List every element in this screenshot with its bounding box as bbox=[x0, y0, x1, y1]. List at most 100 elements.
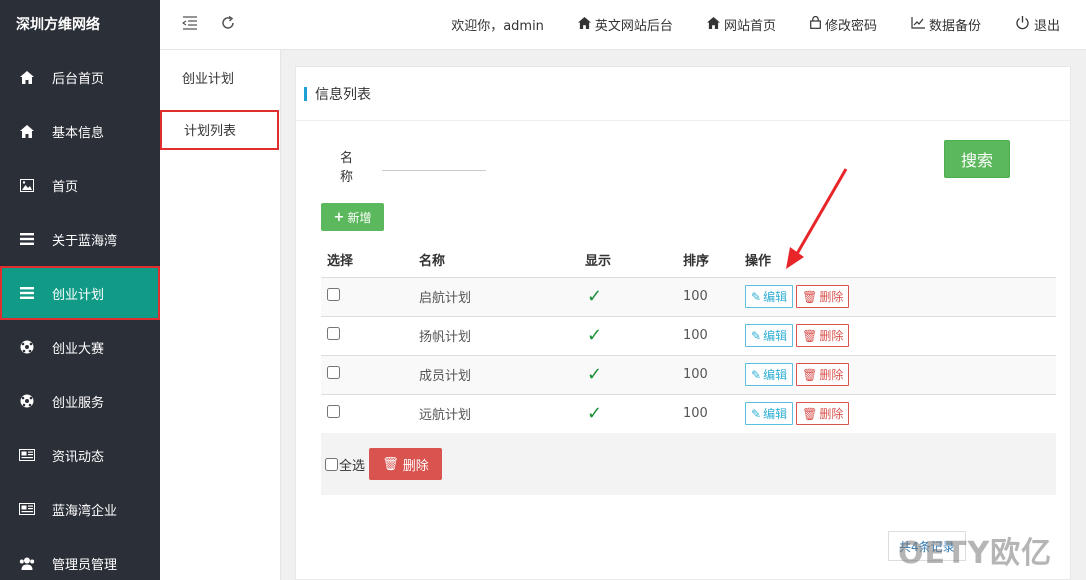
sidebar-item-about[interactable]: 关于蓝海湾 bbox=[0, 212, 160, 266]
sub-menu: 创业计划 计划列表 bbox=[160, 50, 281, 580]
row-order: 100 bbox=[683, 316, 745, 356]
check-icon: ✓ bbox=[587, 403, 603, 424]
edit-button[interactable]: ✎ 编辑 bbox=[745, 324, 794, 347]
column-header-order: 排序 bbox=[683, 243, 745, 278]
delete-label: 删除 bbox=[819, 290, 844, 304]
website-home-link[interactable]: 网站首页 bbox=[706, 15, 776, 34]
edit-button[interactable]: ✎ 编辑 bbox=[745, 402, 794, 425]
chart-icon bbox=[911, 16, 925, 33]
english-admin-link[interactable]: 英文网站后台 bbox=[577, 15, 673, 34]
edit-label: 编辑 bbox=[763, 329, 788, 343]
submenu-item-plan-list[interactable]: 计划列表 bbox=[160, 110, 279, 150]
column-header-name: 名称 bbox=[419, 243, 585, 278]
logout-label: 退出 bbox=[1033, 19, 1060, 34]
sidebar-item-label: 创业服务 bbox=[52, 395, 105, 411]
soccer-ball-icon bbox=[18, 392, 36, 410]
column-header-show: 显示 bbox=[585, 243, 683, 278]
row-name: 远航计划 bbox=[419, 394, 585, 434]
delete-label: 删除 bbox=[819, 407, 844, 421]
brand-title: 深圳方维网络 bbox=[16, 17, 100, 33]
check-icon: ✓ bbox=[587, 364, 603, 385]
name-label-char-2: 称 bbox=[340, 170, 354, 185]
delete-label: 删除 bbox=[819, 368, 844, 382]
sidebar-item-services[interactable]: 创业服务 bbox=[0, 374, 160, 428]
home-icon bbox=[706, 16, 720, 33]
pencil-icon: ✎ bbox=[751, 406, 762, 421]
data-backup-label: 数据备份 bbox=[928, 19, 981, 34]
submenu-title: 创业计划 bbox=[182, 72, 235, 87]
panel-title: 信息列表 bbox=[315, 86, 371, 103]
sidebar-item-label: 资讯动态 bbox=[52, 449, 105, 465]
sidebar-item-enterprises[interactable]: 蓝海湾企业 bbox=[0, 482, 160, 536]
pencil-icon: ✎ bbox=[751, 289, 762, 304]
row-checkbox[interactable] bbox=[327, 405, 340, 418]
sidebar-item-label: 蓝海湾企业 bbox=[52, 503, 118, 519]
check-icon: ✓ bbox=[587, 286, 603, 307]
sidebar-item-dashboard[interactable]: 后台首页 bbox=[0, 50, 160, 104]
watermark: OETY欧亿 bbox=[898, 536, 1053, 571]
table-row: 启航计划 ✓ 100 ✎ 编辑 🗑 删除 bbox=[321, 277, 1056, 317]
title-accent-bar bbox=[304, 86, 307, 101]
delete-label: 删除 bbox=[819, 329, 844, 343]
row-name: 扬帆计划 bbox=[419, 316, 585, 356]
table-row: 远航计划 ✓ 100 ✎ 编辑 🗑 删除 bbox=[321, 394, 1056, 434]
home-icon bbox=[577, 16, 591, 33]
plus-icon: + bbox=[333, 209, 345, 225]
sidebar-item-startup-plan[interactable]: 创业计划 bbox=[0, 266, 160, 320]
row-checkbox[interactable] bbox=[327, 366, 340, 379]
pencil-icon: ✎ bbox=[751, 367, 762, 382]
edit-label: 编辑 bbox=[763, 368, 788, 382]
sidebar-item-label: 基本信息 bbox=[52, 125, 105, 141]
edit-label: 编辑 bbox=[763, 290, 788, 304]
name-field-label: 名 称 bbox=[340, 149, 356, 187]
row-checkbox[interactable] bbox=[327, 327, 340, 340]
menu-collapse-icon[interactable] bbox=[181, 15, 198, 34]
select-all-label: 全选 bbox=[339, 458, 366, 474]
data-backup-link[interactable]: 数据备份 bbox=[911, 15, 981, 34]
sidebar-item-basic-info[interactable]: 基本信息 bbox=[0, 104, 160, 158]
sidebar-item-home[interactable]: 首页 bbox=[0, 158, 160, 212]
select-all[interactable]: 全选 bbox=[325, 455, 365, 474]
sidebar-item-news[interactable]: 资讯动态 bbox=[0, 428, 160, 482]
change-password-label: 修改密码 bbox=[824, 19, 877, 34]
lock-icon bbox=[810, 15, 821, 33]
power-icon bbox=[1015, 15, 1030, 34]
delete-button[interactable]: 🗑 删除 bbox=[796, 363, 850, 386]
edit-button[interactable]: ✎ 编辑 bbox=[745, 363, 794, 386]
bulk-delete-label: 删除 bbox=[402, 458, 429, 474]
home-icon bbox=[18, 68, 36, 86]
image-icon bbox=[18, 176, 36, 194]
row-checkbox[interactable] bbox=[327, 288, 340, 301]
annotation-arrow bbox=[786, 168, 848, 269]
sidebar-item-competition[interactable]: 创业大赛 bbox=[0, 320, 160, 374]
sidebar-item-admins[interactable]: 管理员管理 bbox=[0, 536, 160, 580]
refresh-icon[interactable] bbox=[220, 15, 236, 35]
row-name: 成员计划 bbox=[419, 355, 585, 395]
add-button[interactable]: + 新增 bbox=[321, 203, 384, 231]
edit-button[interactable]: ✎ 编辑 bbox=[745, 285, 794, 308]
name-label-char-1: 名 bbox=[340, 151, 354, 166]
sidebar-item-label: 创业计划 bbox=[52, 287, 105, 303]
sidebar-item-label: 管理员管理 bbox=[52, 557, 118, 573]
row-order: 100 bbox=[683, 277, 745, 317]
newspaper-icon bbox=[18, 500, 36, 518]
soccer-ball-icon bbox=[18, 338, 36, 356]
welcome-text: 欢迎你，admin bbox=[451, 19, 544, 34]
select-all-checkbox[interactable] bbox=[325, 457, 338, 471]
english-admin-label: 英文网站后台 bbox=[594, 19, 673, 34]
table-row: 成员计划 ✓ 100 ✎ 编辑 🗑 删除 bbox=[321, 355, 1056, 395]
check-icon: ✓ bbox=[587, 325, 603, 346]
panel-header: 信息列表 bbox=[296, 67, 1070, 121]
sidebar-item-label: 首页 bbox=[52, 179, 79, 195]
logout-link[interactable]: 退出 bbox=[1015, 15, 1060, 34]
table-row: 扬帆计划 ✓ 100 ✎ 编辑 🗑 删除 bbox=[321, 316, 1056, 356]
delete-button[interactable]: 🗑 删除 bbox=[796, 402, 850, 425]
delete-button[interactable]: 🗑 删除 bbox=[796, 285, 850, 308]
list-icon bbox=[18, 230, 36, 248]
sidebar-item-label: 后台首页 bbox=[52, 71, 105, 87]
search-button[interactable]: 搜索 bbox=[944, 140, 1010, 178]
bulk-delete-button[interactable]: 🗑 删除 bbox=[369, 448, 443, 480]
delete-button[interactable]: 🗑 删除 bbox=[796, 324, 850, 347]
change-password-link[interactable]: 修改密码 bbox=[810, 15, 877, 34]
name-search-input[interactable] bbox=[382, 170, 486, 171]
